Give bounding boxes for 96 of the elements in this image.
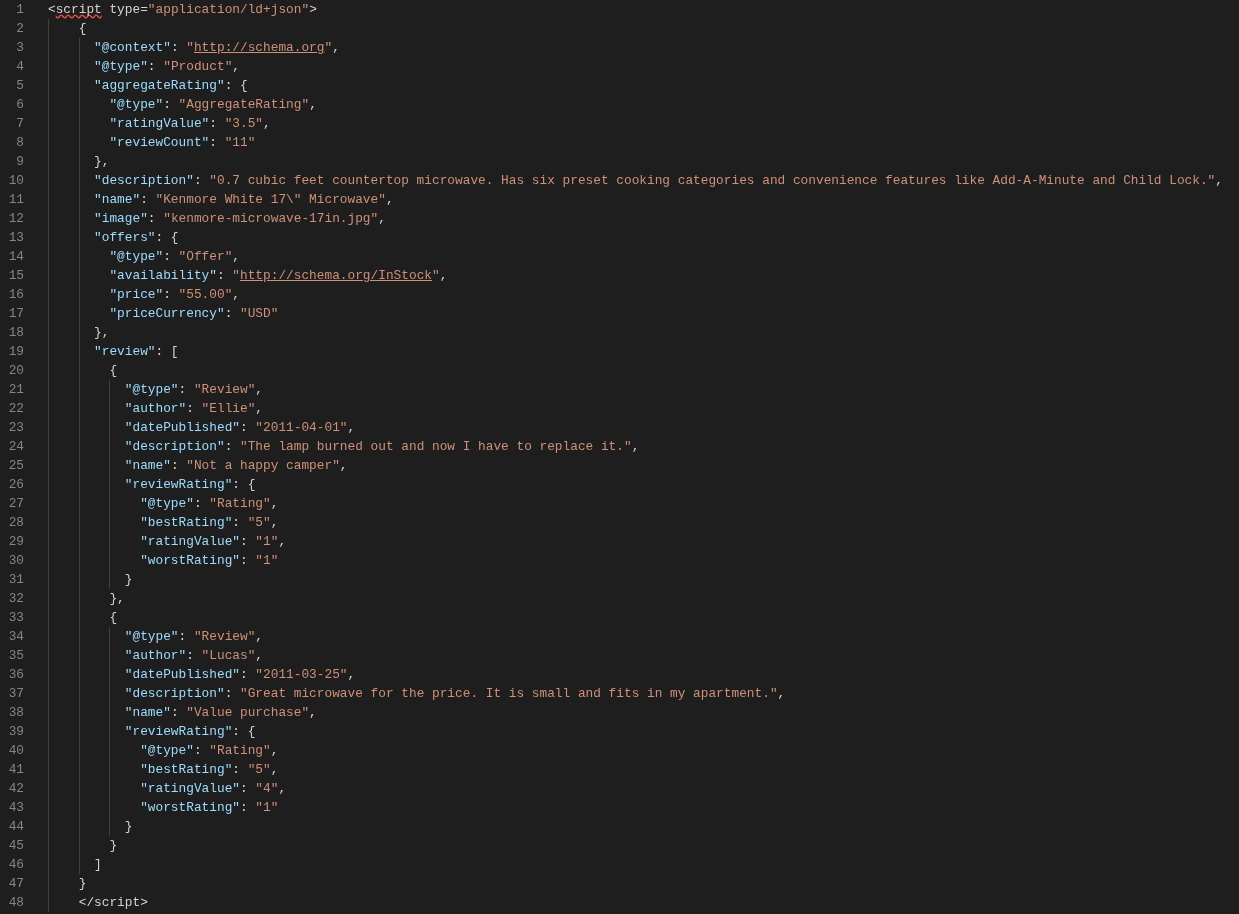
line-number: 24 (7, 438, 24, 456)
code-line: "priceCurrency": "USD" (109, 306, 279, 321)
code-line: "ratingValue": "1", (140, 534, 287, 549)
code-line: "reviewCount": "11" (109, 135, 256, 150)
code-line: "description": "The lamp burned out and now I have to replace it.", (124, 439, 640, 454)
line-number: 38 (7, 704, 24, 722)
code-line: "worstRating": "1" (140, 800, 279, 815)
line-number: 17 (7, 305, 24, 323)
line-number: 25 (7, 457, 24, 475)
code-line: "availability": "http://schema.org/InStock", (109, 268, 448, 283)
code-line: "datePublished": "2011-03-25", (124, 667, 356, 682)
line-number: 47 (7, 875, 24, 893)
line-number: 36 (7, 666, 24, 684)
line-number: 16 (7, 286, 24, 304)
code-line: } (124, 572, 133, 587)
line-number: 46 (7, 856, 24, 874)
code-line: "author": "Ellie", (124, 401, 264, 416)
line-number: 43 (7, 799, 24, 817)
code-line: "bestRating": "5", (140, 762, 279, 777)
line-number: 15 (7, 267, 24, 285)
code-line: "name": "Not a happy camper", (124, 458, 348, 473)
code-line: "@type": "AggregateRating", (109, 97, 317, 112)
line-number: 26 (7, 476, 24, 494)
line-number: 30 (7, 552, 24, 570)
line-number: 11 (7, 191, 24, 209)
line-number: 48 (7, 894, 24, 912)
code-line: "image": "kenmore-microwave-17in.jpg", (94, 211, 386, 226)
code-line: "reviewRating": { (124, 477, 256, 492)
code-line: "aggregateRating": { (94, 78, 248, 93)
code-line: { (78, 21, 87, 36)
code-line: "description": "0.7 cubic feet countertop microwave. Has six preset cooking categories and convenience features like Add-A-Minute and Child Lock.", (94, 173, 1223, 188)
line-number: 42 (7, 780, 24, 798)
code-line: ] (94, 857, 102, 872)
line-number: 28 (7, 514, 24, 532)
code-line: "ratingValue": "4", (140, 781, 287, 796)
line-number: 10 (7, 172, 24, 190)
code-line: "@type": "Product", (94, 59, 240, 74)
line-number: 18 (7, 324, 24, 342)
code-line: <script type="application/ld+json"> (48, 2, 317, 17)
line-number: 40 (7, 742, 24, 760)
code-line: "ratingValue": "3.5", (109, 116, 271, 131)
code-line: "price": "55.00", (109, 287, 240, 302)
code-line: "author": "Lucas", (124, 648, 264, 663)
code-line: }, (94, 154, 110, 169)
line-number: 19 (7, 343, 24, 361)
code-line: "offers": { (94, 230, 179, 245)
code-line: "@type": "Review", (124, 629, 264, 644)
line-number: 14 (7, 248, 24, 266)
code-line: "description": "Great microwave for the price. It is small and fits in my apartment.", (124, 686, 786, 701)
code-line: "name": "Kenmore White 17\" Microwave", (94, 192, 394, 207)
code-line: }, (94, 325, 110, 340)
line-number: 45 (7, 837, 24, 855)
code-line: "bestRating": "5", (140, 515, 279, 530)
line-number: 29 (7, 533, 24, 551)
line-number: 41 (7, 761, 24, 779)
line-number: 21 (7, 381, 24, 399)
line-number: 4 (15, 58, 24, 76)
code-line: } (109, 838, 118, 853)
code-line: "datePublished": "2011-04-01", (124, 420, 356, 435)
line-number: 27 (7, 495, 24, 513)
code-line: } (78, 876, 87, 891)
code-line: } (124, 819, 133, 834)
code-line: "@type": "Offer", (109, 249, 240, 264)
line-number: 32 (7, 590, 24, 608)
line-number: 20 (7, 362, 24, 380)
line-number: 12 (7, 210, 24, 228)
code-line: "name": "Value purchase", (124, 705, 317, 720)
line-number: 33 (7, 609, 24, 627)
code-line: { (109, 363, 118, 378)
line-number: 8 (15, 134, 24, 152)
line-number: 31 (7, 571, 24, 589)
line-number: 39 (7, 723, 24, 741)
code-line: "reviewRating": { (124, 724, 256, 739)
line-number: 6 (15, 96, 24, 114)
line-number: 2 (15, 20, 24, 38)
line-number: 9 (15, 153, 24, 171)
line-number: 22 (7, 400, 24, 418)
line-number: 5 (15, 77, 24, 95)
code-line: "@type": "Rating", (140, 743, 279, 758)
code-line: "worstRating": "1" (140, 553, 279, 568)
line-number: 23 (7, 419, 24, 437)
line-number: 3 (15, 39, 24, 57)
code-line: "@type": "Rating", (140, 496, 279, 511)
code-line: "review": [ (94, 344, 179, 359)
line-number: 37 (7, 685, 24, 703)
line-number: 35 (7, 647, 24, 665)
code-line: </script> (78, 895, 148, 910)
code-line: "@type": "Review", (124, 382, 264, 397)
code-line: "@context": "http://schema.org", (94, 40, 340, 55)
line-number: 1 (15, 1, 24, 19)
code-line: { (109, 610, 118, 625)
line-number: 13 (7, 229, 24, 247)
code-line: }, (109, 591, 125, 606)
line-number: 44 (7, 818, 24, 836)
line-number: 34 (7, 628, 24, 646)
line-number: 7 (15, 115, 24, 133)
